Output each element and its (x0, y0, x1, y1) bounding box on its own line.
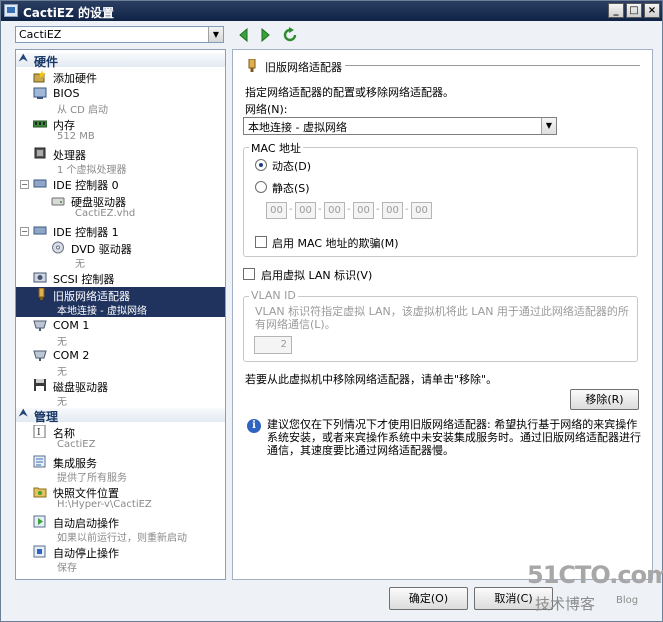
auto-start-icon (33, 515, 46, 528)
snapshot-folder-icon (33, 487, 47, 498)
tree-item-com-1[interactable]: COM 1 无 (16, 318, 225, 348)
collapse-icon[interactable]: ⮝ (19, 53, 28, 64)
network-adapter-icon (248, 59, 256, 72)
com-port-icon (33, 350, 47, 361)
mac-octet-1[interactable]: 00 (266, 202, 287, 219)
minimize-button[interactable]: _ (608, 3, 624, 18)
settings-tree: ⮝ 硬件 添加硬件 BIOS 从 CD 启动 内存 512 MB 处理器 1 个… (15, 49, 226, 580)
network-adapter-icon (38, 288, 45, 300)
info-message: 建议您仅在下列情况下才使用旧版网络适配器: 希望执行基于网络的来宾操作系统安装，… (267, 418, 641, 457)
tree-item-auto-stop-action[interactable]: 自动停止操作 保存 (16, 544, 225, 574)
com-port-icon (33, 320, 47, 331)
close-button[interactable]: × (644, 3, 660, 18)
title-bar: CactiEZ 的设置 _ □ × (1, 1, 662, 21)
tree-item-add-hardware[interactable]: 添加硬件 (16, 69, 225, 85)
tree-item-snapshot-location[interactable]: 快照文件位置 H:\Hyper-v\CactiEZ (16, 484, 225, 513)
remove-button[interactable]: 移除(R) (570, 389, 639, 410)
network-select[interactable]: 本地连接 - 虚拟网络 ▼ (243, 117, 557, 135)
back-arrow-icon[interactable] (236, 27, 252, 43)
vlan-group-label: VLAN ID (249, 289, 298, 302)
mac-spoofing-label: 启用 MAC 地址的欺骗(M) (272, 237, 399, 250)
vm-select[interactable]: CactiEZ ▼ (15, 26, 224, 43)
app-icon (4, 4, 18, 17)
tree-item-dvd-drive[interactable]: DVD 驱动器 无 (16, 240, 225, 270)
tree-item-name[interactable]: I 名称 CactiEZ (16, 424, 225, 453)
ide-controller-icon (33, 179, 47, 188)
processor-icon (34, 147, 46, 159)
vlan-description: VLAN 标识符指定虚拟 LAN，该虚拟机将此 LAN 用于通过此网络适配器的所… (255, 305, 629, 331)
floppy-disk-icon (34, 379, 46, 391)
watermark-logo: 51CTO.com (527, 561, 663, 589)
tree-item-ide-controller-1[interactable]: − IDE 控制器 1 (16, 223, 225, 239)
management-section-header[interactable]: ⮝ 管理 (16, 408, 225, 424)
auto-stop-icon (33, 545, 46, 558)
tree-item-hard-drive[interactable]: 硬盘驱动器 CactiEZ.vhd (16, 193, 225, 222)
vlan-enable-label: 启用虚拟 LAN 标识(V) (261, 269, 373, 282)
memory-icon (33, 120, 47, 128)
dynamic-mac-label: 动态(D) (272, 160, 312, 173)
hard-drive-icon (51, 197, 65, 206)
title-divider (345, 65, 640, 66)
mac-spoofing-checkbox[interactable] (255, 236, 267, 248)
network-select-value: 本地连接 - 虚拟网络 (248, 121, 347, 134)
tree-item-com-2[interactable]: COM 2 无 (16, 348, 225, 378)
tree-item-processor[interactable]: 处理器 1 个虚拟处理器 (16, 146, 225, 176)
dynamic-mac-radio[interactable] (255, 159, 267, 171)
mac-octet-6[interactable]: 00 (411, 202, 432, 219)
collapse-toggle-icon[interactable]: − (20, 227, 29, 236)
integration-services-icon (33, 455, 46, 468)
svg-text:I: I (37, 428, 41, 438)
panel-title: 旧版网络适配器 (265, 61, 342, 74)
remove-instruction: 若要从此虚拟机中移除网络适配器，请单击"移除"。 (245, 373, 498, 386)
watermark-subtitle: 技术博客 (535, 595, 596, 613)
tree-item-bios[interactable]: BIOS 从 CD 启动 (16, 86, 225, 116)
static-mac-radio[interactable] (255, 181, 267, 193)
collapse-toggle-icon[interactable]: − (20, 180, 29, 189)
tree-item-legacy-network-adapter[interactable]: 旧版网络适配器 本地连接 - 虚拟网络 (16, 287, 225, 317)
watermark-blog: Blog (616, 595, 639, 606)
ok-button[interactable]: 确定(O) (389, 587, 468, 610)
bios-icon (33, 87, 47, 99)
refresh-icon[interactable] (282, 27, 298, 43)
scsi-controller-icon (33, 272, 47, 283)
collapse-icon[interactable]: ⮝ (19, 408, 28, 419)
forward-arrow-icon[interactable] (257, 27, 273, 43)
settings-panel: 旧版网络适配器 指定网络适配器的配置或移除网络适配器。 网络(N): 本地连接 … (232, 49, 653, 580)
tree-item-auto-start-action[interactable]: 自动启动操作 如果以前运行过，则重新启动 (16, 514, 225, 544)
panel-description: 指定网络适配器的配置或移除网络适配器。 (245, 86, 454, 99)
mac-octet-2[interactable]: 00 (295, 202, 316, 219)
ide-controller-icon (33, 226, 47, 235)
chevron-down-icon[interactable]: ▼ (208, 27, 223, 42)
tree-item-integration-services[interactable]: 集成服务 提供了所有服务 (16, 454, 225, 484)
settings-window: CactiEZ 的设置 _ □ × CactiEZ ▼ ⮝ 硬件 添加硬件 BI… (0, 0, 663, 622)
network-label: 网络(N): (245, 103, 288, 116)
hardware-section-header[interactable]: ⮝ 硬件 (16, 53, 225, 69)
dvd-drive-icon (52, 241, 64, 254)
static-mac-label: 静态(S) (272, 182, 310, 195)
tree-item-diskette-drive[interactable]: 磁盘驱动器 无 (16, 378, 225, 408)
mac-octet-5[interactable]: 00 (382, 202, 403, 219)
add-hardware-icon (33, 70, 46, 83)
mac-octet-3[interactable]: 00 (324, 202, 345, 219)
maximize-button[interactable]: □ (626, 3, 642, 18)
vlan-enable-checkbox[interactable] (243, 268, 255, 280)
tree-item-memory[interactable]: 内存 512 MB (16, 116, 225, 145)
vlan-id-input[interactable]: 2 (254, 336, 292, 354)
chevron-down-icon[interactable]: ▼ (541, 118, 556, 134)
mac-group-label: MAC 地址 (249, 140, 303, 156)
info-icon: i (247, 419, 261, 433)
name-icon: I (33, 425, 46, 438)
tree-item-ide-controller-0[interactable]: − IDE 控制器 0 (16, 176, 225, 192)
tree-item-scsi-controller[interactable]: SCSI 控制器 (16, 270, 225, 286)
mac-octet-4[interactable]: 00 (353, 202, 374, 219)
vm-select-value: CactiEZ (19, 28, 62, 41)
window-title: CactiEZ 的设置 (23, 6, 114, 20)
